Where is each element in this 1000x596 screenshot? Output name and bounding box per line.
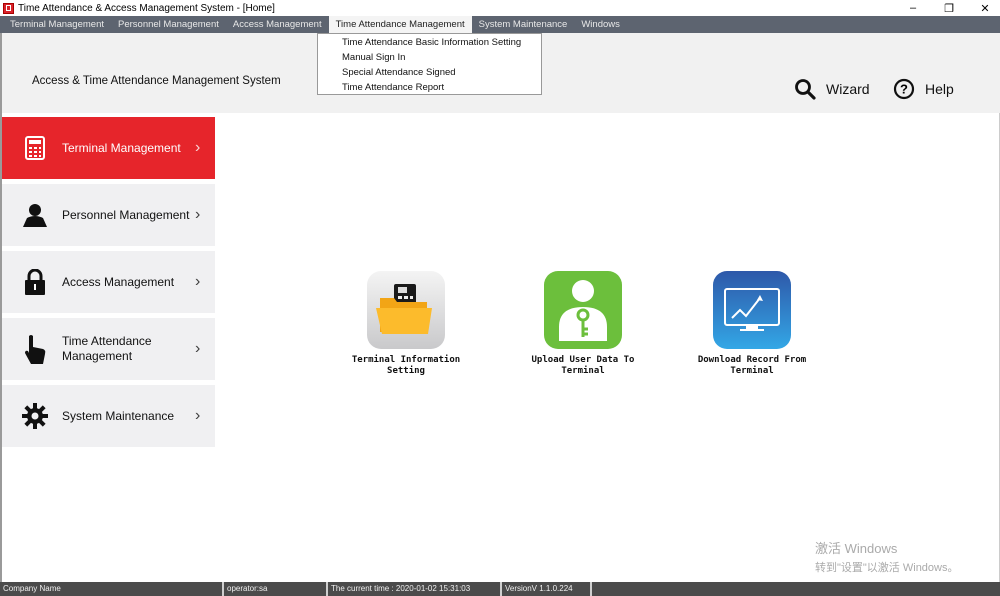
time-attendance-dropdown: Time Attendance Basic Information Settin… [317,33,542,95]
sidebar-label: Access Management [62,274,175,289]
chevron-right-icon: › [195,139,201,156]
wizard-button[interactable]: Wizard [794,78,870,100]
chevron-right-icon: › [195,407,201,424]
chevron-right-icon: › [195,273,201,290]
menu-terminal-management[interactable]: Terminal Management [0,16,111,33]
tile-caption: Terminal [561,366,605,376]
menu-access-management[interactable]: Access Management [226,16,329,33]
sidebar-item-personnel-management[interactable]: Personnel Management › [2,184,215,246]
tile-download-record[interactable]: Download Record From Terminal [687,271,817,377]
status-time: The current time : 2020-01-02 15:31:03 [328,582,502,596]
search-icon [795,79,816,100]
tile-caption: Setting [387,366,425,376]
help-button[interactable]: ? Help [893,78,954,100]
status-bar: Company Name operator:sa The current tim… [0,582,1000,596]
system-name: Access & Time Attendance Management Syst… [32,75,281,87]
wizard-label: Wizard [826,81,870,97]
menu-item-attendance-report[interactable]: Time Attendance Report [318,80,541,95]
sidebar-item-access-management[interactable]: Access Management › [2,251,215,313]
menu-windows[interactable]: Windows [574,16,627,33]
tile-caption: Download Record From [697,355,807,365]
lock-icon [22,269,48,295]
monitor-chart-icon [713,271,791,349]
menu-bar: Terminal Management Personnel Management… [0,16,1000,33]
hand-pointer-icon [22,335,48,364]
windows-activation-watermark: 激活 Windows 转到"设置"以激活 Windows。 [815,538,959,575]
menu-item-manual-sign-in[interactable]: Manual Sign In [318,50,541,65]
chevron-right-icon: › [195,206,201,223]
gear-icon [22,403,48,429]
chevron-right-icon: › [195,340,201,357]
restore-button[interactable]: ❐ [942,2,956,15]
sidebar-item-system-maintenance[interactable]: System Maintenance › [2,385,215,447]
menu-personnel-management[interactable]: Personnel Management [111,16,226,33]
watermark-line2: 转到"设置"以激活 Windows。 [815,562,959,574]
sidebar-item-time-attendance-management[interactable]: Time Attendance Management › [2,318,215,380]
status-company: Company Name [0,582,224,596]
calculator-icon [22,135,48,161]
status-empty [592,582,1000,596]
person-icon [22,202,48,228]
status-operator: operator:sa [224,582,328,596]
status-version: VersionV 1.1.0.224 [502,582,592,596]
menu-item-basic-info-setting[interactable]: Time Attendance Basic Information Settin… [318,35,541,50]
close-button[interactable]: ✕ [978,2,992,15]
sidebar-label: Time Attendance Management [62,334,152,363]
sidebar-label: Personnel Management [62,207,190,222]
menu-item-special-attendance[interactable]: Special Attendance Signed [318,65,541,80]
watermark-line1: 激活 Windows [815,541,898,556]
minimize-button[interactable]: – [906,2,920,14]
help-icon: ? [893,78,915,100]
sidebar-label: Terminal Management [62,140,181,155]
tile-upload-user-data[interactable]: Upload User Data To Terminal [518,271,648,377]
menu-system-maintenance[interactable]: System Maintenance [472,16,575,33]
help-label: Help [925,81,954,97]
window-title: Time Attendance & Access Management Syst… [18,2,275,14]
title-bar: Time Attendance & Access Management Syst… [0,0,1000,16]
tile-caption: Terminal Information [351,355,461,365]
tile-caption: Upload User Data To [531,355,635,365]
user-key-icon [544,271,622,349]
tile-terminal-information-setting[interactable]: Terminal Information Setting [341,271,471,377]
svg-text:?: ? [900,82,908,97]
tile-caption: Terminal [730,366,774,376]
menu-time-attendance-management[interactable]: Time Attendance Management [328,16,472,33]
app-icon [3,2,14,14]
terminal-folder-icon [367,271,445,349]
sidebar-label: System Maintenance [62,408,175,423]
sidebar-item-terminal-management[interactable]: Terminal Management › [2,117,215,179]
